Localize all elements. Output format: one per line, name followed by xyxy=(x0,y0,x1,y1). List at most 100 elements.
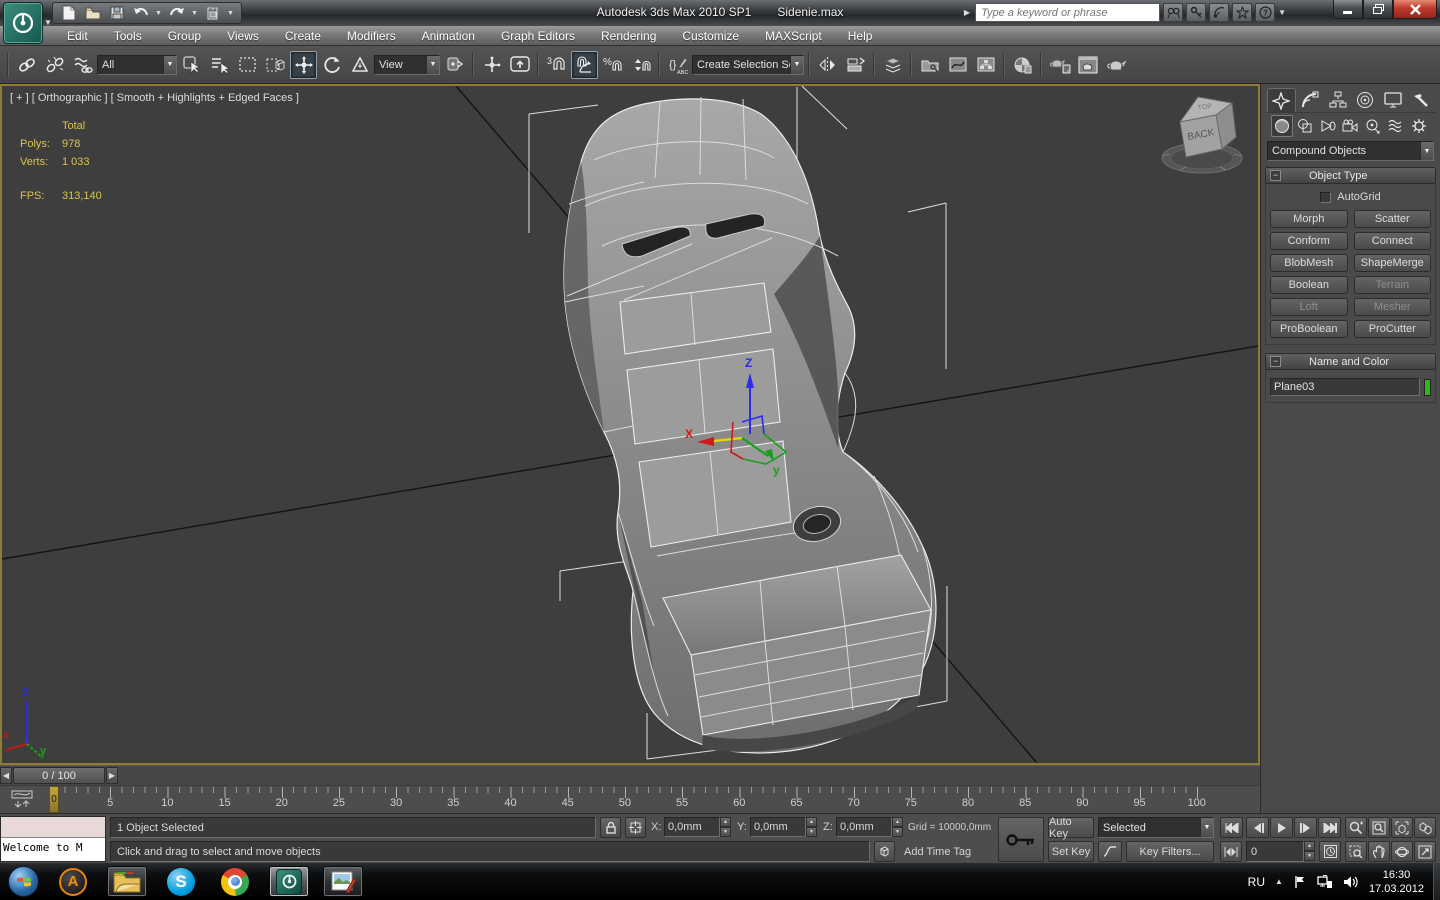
fetch-dropdown-icon[interactable]: ▼ xyxy=(227,10,235,17)
time-slider[interactable]: ◀ 0 / 100 ▶ xyxy=(0,765,1260,785)
orbit-button[interactable] xyxy=(1391,841,1413,862)
container-explorer-button[interactable] xyxy=(916,51,943,79)
search-icon[interactable] xyxy=(1163,3,1183,22)
help-icon[interactable]: ? xyxy=(1255,3,1275,22)
bind-to-space-warp-button[interactable] xyxy=(69,51,96,79)
menu-item[interactable]: Modifiers xyxy=(334,26,409,45)
help-dropdown-icon[interactable]: ▼ xyxy=(1278,8,1286,17)
object-type-button[interactable]: ProCutter xyxy=(1354,320,1432,338)
category-lights[interactable] xyxy=(1317,115,1339,137)
network-icon[interactable] xyxy=(1317,875,1333,889)
subscription-key-icon[interactable] xyxy=(1186,3,1206,22)
tab-display[interactable] xyxy=(1380,88,1407,112)
zoom-extents-button[interactable] xyxy=(1391,817,1413,838)
name-color-rollout-header[interactable]: − Name and Color xyxy=(1265,353,1436,370)
infocenter-search-input[interactable] xyxy=(975,3,1160,22)
tab-create[interactable] xyxy=(1267,88,1296,112)
object-type-button[interactable]: Mesher xyxy=(1354,298,1432,316)
menu-item[interactable]: Rendering xyxy=(588,26,669,45)
menu-item[interactable]: Edit xyxy=(54,26,101,45)
default-tangent-button[interactable] xyxy=(1098,841,1122,862)
schematic-view-button[interactable] xyxy=(972,51,999,79)
app-menu-caret-icon[interactable]: ▼ xyxy=(44,18,52,27)
pan-button[interactable] xyxy=(1368,841,1390,862)
time-configuration-button[interactable] xyxy=(1319,841,1341,862)
autogrid-checkbox[interactable] xyxy=(1320,192,1331,203)
key-mode-toggle-button[interactable] xyxy=(1220,841,1242,862)
select-object-button[interactable] xyxy=(178,51,205,79)
maximize-viewport-toggle-button[interactable] xyxy=(1414,841,1436,862)
menu-item[interactable]: MAXScript xyxy=(752,26,835,45)
tab-hierarchy[interactable] xyxy=(1324,88,1351,112)
minimize-button[interactable] xyxy=(1333,0,1363,19)
timeline-ruler[interactable]: 5101520253035404550556065707580859095100 xyxy=(46,786,1260,813)
edit-named-selection-sets-button[interactable]: {}ABC xyxy=(664,51,691,79)
angle-snap-toggle-button[interactable] xyxy=(571,51,598,79)
volume-icon[interactable] xyxy=(1343,875,1359,889)
object-color-swatch[interactable] xyxy=(1424,379,1431,396)
viewcube[interactable]: BACK TOP xyxy=(1162,97,1242,173)
snaps-toggle-button[interactable]: 3 xyxy=(543,51,570,79)
menu-item[interactable]: Help xyxy=(835,26,886,45)
action-center-flag-icon[interactable] xyxy=(1293,875,1307,889)
frame-spinner[interactable]: ▲▼ xyxy=(1304,841,1315,861)
close-button[interactable] xyxy=(1393,0,1437,19)
z-coord-spinner[interactable]: ▲▼ xyxy=(892,817,903,837)
taskbar-paint-icon[interactable] xyxy=(323,866,363,897)
unlink-selection-button[interactable] xyxy=(41,51,68,79)
taskbar-skype-icon[interactable]: S xyxy=(161,866,201,897)
x-coord-field[interactable]: 0,0mm xyxy=(664,817,720,837)
menu-item[interactable]: Tools xyxy=(101,26,155,45)
maxscript-mini-listener[interactable]: Welcome to M xyxy=(0,816,106,862)
taskbar-aimp-icon[interactable]: A xyxy=(53,866,93,897)
category-geometry[interactable] xyxy=(1271,115,1293,137)
select-by-name-button[interactable] xyxy=(206,51,233,79)
menu-item[interactable]: Customize xyxy=(669,26,752,45)
object-type-button[interactable]: Morph xyxy=(1270,210,1348,228)
category-shapes[interactable] xyxy=(1294,115,1316,137)
current-frame-field[interactable]: 0 xyxy=(1246,841,1304,862)
menu-item[interactable]: Group xyxy=(155,26,214,45)
start-button[interactable] xyxy=(8,866,39,897)
named-selection-sets-dropdown[interactable]: Create Selection Se ▼ xyxy=(692,55,804,75)
object-type-button[interactable]: ShapeMerge xyxy=(1354,254,1432,272)
y-coord-field[interactable]: 0,0mm xyxy=(750,817,806,837)
category-systems[interactable] xyxy=(1408,115,1430,137)
align-button[interactable] xyxy=(842,51,869,79)
object-name-input[interactable] xyxy=(1270,378,1420,396)
auto-key-button[interactable]: Auto Key xyxy=(1048,817,1094,838)
time-slider-next-button[interactable]: ▶ xyxy=(106,767,118,784)
track-bar[interactable]: 5101520253035404550556065707580859095100… xyxy=(0,785,1260,813)
set-key-button[interactable]: Set Key xyxy=(1048,841,1094,862)
key-filters-button[interactable]: Key Filters... xyxy=(1126,841,1214,862)
menu-item[interactable]: Graph Editors xyxy=(488,26,588,45)
select-and-scale-button[interactable] xyxy=(346,51,373,79)
select-and-rotate-button[interactable] xyxy=(318,51,345,79)
time-slider-handle[interactable]: 0 / 100 xyxy=(13,767,105,784)
use-pivot-point-button[interactable] xyxy=(441,51,468,79)
menu-item[interactable]: Create xyxy=(272,26,334,45)
select-and-link-button[interactable] xyxy=(13,51,40,79)
object-type-rollout-header[interactable]: − Object Type xyxy=(1265,167,1436,184)
menu-item[interactable]: Views xyxy=(214,26,272,45)
add-time-tag[interactable]: Add Time Tag xyxy=(900,841,990,862)
current-frame-marker[interactable]: 0 xyxy=(49,786,59,813)
undo-button[interactable] xyxy=(131,4,151,22)
open-mini-curve-editor-button[interactable] xyxy=(2,788,42,812)
object-type-button[interactable]: Scatter xyxy=(1354,210,1432,228)
window-crossing-toggle-button[interactable] xyxy=(262,51,289,79)
language-indicator[interactable]: RU xyxy=(1248,875,1265,889)
y-coord-spinner[interactable]: ▲▼ xyxy=(806,817,817,837)
menu-item[interactable]: Animation xyxy=(409,26,488,45)
new-file-button[interactable] xyxy=(59,4,79,22)
zoom-all-button[interactable] xyxy=(1368,817,1390,838)
key-mode-dropdown[interactable]: Selected ▼ xyxy=(1098,817,1214,838)
object-type-button[interactable]: Boolean xyxy=(1270,276,1348,294)
object-type-button[interactable]: ProBoolean xyxy=(1270,320,1348,338)
object-type-button[interactable]: BlobMesh xyxy=(1270,254,1348,272)
category-cameras[interactable] xyxy=(1339,115,1361,137)
communication-center-icon[interactable] xyxy=(1209,3,1229,22)
go-to-start-button[interactable] xyxy=(1220,817,1243,838)
viewport-label[interactable]: [ + ] [ Orthographic ] [ Smooth + Highli… xyxy=(10,92,299,104)
taskbar-chrome-icon[interactable] xyxy=(215,866,255,897)
